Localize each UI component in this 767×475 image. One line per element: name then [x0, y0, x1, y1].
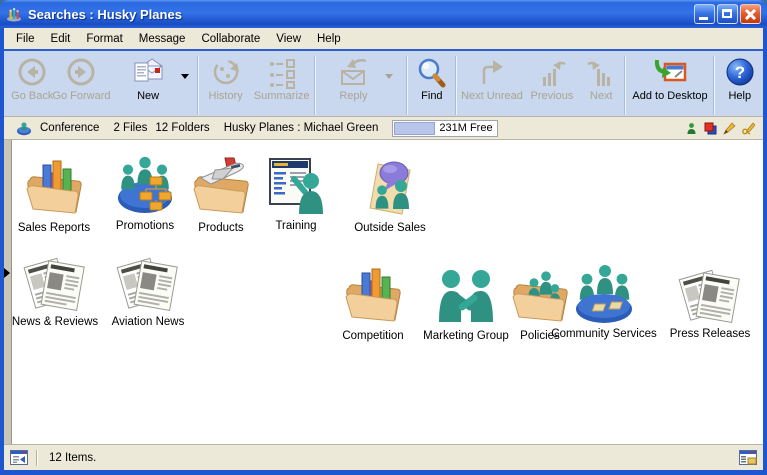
next-unread-icon: [474, 57, 510, 89]
split-view-icon[interactable]: [739, 450, 757, 465]
maximize-button[interactable]: [717, 4, 738, 24]
desktop-item-sales-reports[interactable]: Sales Reports: [4, 156, 104, 234]
toolbar-button-help[interactable]: Help: [717, 55, 763, 116]
menu-item-help[interactable]: Help: [309, 31, 349, 47]
conference-icon: [16, 120, 32, 136]
toolbar-separator: [625, 56, 626, 115]
toolbar-separator: [315, 56, 316, 115]
conference-path: Husky Planes : Michael Green: [224, 122, 379, 134]
newspapers-icon: [678, 262, 742, 326]
toolbar-button-previous: Previous: [525, 55, 579, 116]
folder-chart-icon: [341, 264, 405, 328]
circle-arrow-left-icon: [14, 57, 50, 89]
reply-dropdown-arrow: [381, 55, 396, 116]
toolbar-separator: [407, 56, 408, 115]
desktop-item-aviation-news[interactable]: Aviation News: [98, 250, 198, 328]
desktop-item-community-services[interactable]: Community Services: [554, 262, 654, 340]
free-space-label: 231M Free: [439, 122, 492, 134]
menu-item-message[interactable]: Message: [131, 31, 194, 47]
menu-item-collaborate[interactable]: Collaborate: [193, 31, 268, 47]
overlapping-squares-icon: [704, 122, 717, 135]
menu-item-view[interactable]: View: [268, 31, 309, 47]
window-body: File Edit Format Message Collaborate Vie…: [4, 28, 763, 470]
toolbar-button-summarize: Summarize: [251, 55, 313, 116]
people-org-disc-icon: [113, 154, 177, 218]
menu-item-format[interactable]: Format: [78, 31, 130, 47]
folder-chart-icon: [22, 156, 86, 220]
item-count-label: 12 Items.: [49, 452, 96, 464]
statusbar-separator: [36, 450, 37, 466]
menubar: File Edit Format Message Collaborate Vie…: [4, 28, 763, 49]
help-sphere-icon: [722, 57, 758, 89]
infobar: Conference 2 Files 12 Folders Husky Plan…: [4, 116, 763, 139]
toolbar-button-history: History: [200, 55, 250, 116]
newspapers-icon: [23, 250, 87, 314]
toolbar-button-add-to-desktop[interactable]: Add to Desktop: [628, 55, 711, 116]
content-area: Sales Reports Promotions Products Traini…: [4, 139, 763, 444]
desktop-item-outside-sales[interactable]: Outside Sales: [340, 156, 440, 234]
menu-item-file[interactable]: File: [8, 31, 43, 47]
toolbar-button-next-unread: Next Unread: [459, 55, 525, 116]
toolbar-separator: [714, 56, 715, 115]
person-icon: [685, 122, 698, 135]
toolbar-button-next: Next: [579, 55, 623, 116]
pencil-icon: [723, 122, 736, 135]
minimize-button[interactable]: [694, 4, 715, 24]
conference-type-label: Conference: [40, 122, 99, 134]
add-to-desktop-icon: [652, 57, 688, 89]
toolbar-button-new[interactable]: New: [122, 55, 174, 116]
desktop-item-press-releases[interactable]: Press Releases: [660, 262, 760, 340]
toolbar-button-go-forward: Go Forward: [54, 55, 108, 116]
application-window: Searches : Husky Planes File Edit Format…: [0, 0, 767, 475]
summarize-icon: [264, 57, 300, 89]
toolbar: Go Back Go Forward New History Summarize: [4, 49, 763, 116]
statusbar: 12 Items.: [4, 444, 763, 470]
desktop-item-news-reviews[interactable]: News & Reviews: [5, 250, 105, 328]
folders-count: 12 Folders: [155, 122, 209, 134]
free-space-meter: 231M Free: [392, 120, 498, 137]
people-chat-icon: [358, 156, 422, 220]
messages-pane-icon[interactable]: [10, 450, 28, 465]
folder-plane-icon: [189, 156, 253, 220]
previous-icon: [534, 57, 570, 89]
pencil-key-icon: [742, 122, 755, 135]
new-message-icon: [130, 57, 166, 89]
new-dropdown-arrow[interactable]: [174, 55, 195, 116]
people-handshake-icon: [434, 264, 498, 328]
toolbar-button-reply: Reply: [325, 55, 381, 116]
presentation-person-icon: [264, 154, 328, 218]
window-title: Searches : Husky Planes: [28, 7, 694, 22]
menu-item-edit[interactable]: Edit: [43, 31, 79, 47]
files-count: 2 Files: [113, 122, 147, 134]
circle-arrow-right-icon: [63, 57, 99, 89]
next-icon: [583, 57, 619, 89]
desktop-item-competition[interactable]: Competition: [323, 264, 423, 342]
free-space-fill: [394, 122, 435, 135]
permission-icons: [685, 122, 763, 135]
history-icon: [208, 57, 244, 89]
desktop-item-training[interactable]: Training: [246, 154, 346, 232]
toolbar-button-find[interactable]: Find: [410, 55, 454, 116]
titlebar[interactable]: Searches : Husky Planes: [0, 0, 767, 28]
close-button[interactable]: [740, 4, 761, 24]
toolbar-separator: [198, 56, 199, 115]
toolbar-button-go-back: Go Back: [10, 55, 54, 116]
app-icon: [6, 6, 22, 22]
magnifier-icon: [414, 57, 450, 89]
toolbar-separator: [456, 56, 457, 115]
newspapers-icon: [116, 250, 180, 314]
people-disc-cards-icon: [572, 262, 636, 326]
reply-icon: [335, 57, 371, 89]
